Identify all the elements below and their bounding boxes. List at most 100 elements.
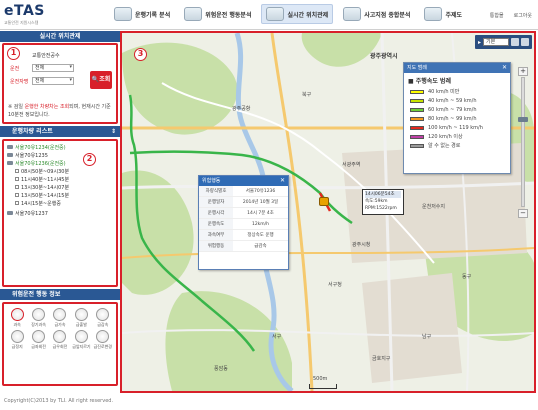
danger-label: 과속	[13, 322, 21, 327]
menu-item-label: 사고지점 종합분석	[364, 11, 411, 19]
vehicle-label: 서울70유1236(운전중)	[15, 160, 66, 167]
legend-label: 40 km/h ~ 59 km/h	[428, 97, 477, 104]
vehicle-item[interactable]: 서울70유1236(운전중)	[7, 159, 113, 167]
legend-label: 100 km/h ~ 119 km/h	[428, 124, 483, 131]
copyright: Copyright(C)2013 by TLI. All right reser…	[4, 398, 114, 404]
danger-label: 장기과속	[31, 322, 46, 327]
danger-info-popup: 위험행동 ✕ 차량식별호 서울70유1236 운행일자 2014년 10월 3일 운…	[198, 175, 289, 270]
zoom-track[interactable]	[521, 77, 525, 207]
close-icon[interactable]: ✕	[502, 63, 507, 73]
map-label: 광주공항	[232, 106, 251, 112]
danger-grid: 과속 장기과속 급가속 급출발 급감속 급정지 급좌회전 급우회전 급앞지르기 …	[4, 304, 116, 350]
car-icon	[7, 161, 13, 165]
legend-subtitle-text: 주행속도 범례	[415, 78, 451, 85]
vehicle-marker-icon[interactable]	[319, 197, 329, 206]
car-icon	[7, 145, 13, 149]
zoom-in-button[interactable]: +	[518, 67, 528, 76]
trip-checkbox[interactable]	[15, 185, 19, 189]
arrow-right-icon[interactable]: ▸	[478, 39, 481, 46]
danger-item[interactable]: 장기과속	[28, 308, 48, 328]
map-type-select[interactable]: 기본	[483, 38, 509, 46]
map-label: 서구	[272, 334, 282, 340]
trip-time-row[interactable]: 08시50분~09시30분	[15, 167, 113, 175]
map-view[interactable]: 광주광역시 광주공항 서광주역 운천저수지 광주시청 서구청 동구 남구 북구 …	[120, 31, 536, 393]
danger-item[interactable]: 급가속	[50, 308, 70, 328]
danger-item[interactable]: 급앞지르기	[71, 330, 91, 350]
map-label: 서광주역	[342, 162, 361, 168]
logo[interactable]: eTAS 교통안전 지원시스템	[4, 3, 45, 26]
trip-time-row[interactable]: 13시50분~14시15분	[15, 191, 113, 199]
menu-item-danger-analysis[interactable]: 위험운전 행동분석	[180, 4, 255, 24]
danger-item[interactable]: 급좌회전	[28, 330, 48, 350]
menu-item-realtime-tracking[interactable]: 실시간 위치관제	[261, 4, 334, 24]
legend-swatch	[410, 116, 424, 121]
trip-time: 08시50분~09시30분	[21, 168, 70, 175]
menu-item-accident-analysis[interactable]: 사고지점 종합분석	[339, 4, 414, 24]
lane-change-icon	[96, 330, 110, 343]
car-icon	[7, 211, 13, 215]
legend-label: 120 km/h 이상	[428, 134, 463, 140]
legend-row: 40 km/h ~ 59 km/h	[404, 96, 510, 105]
trip-checkbox[interactable]	[15, 201, 19, 205]
trip-checkbox[interactable]	[15, 177, 19, 181]
search-button-label: 조회	[99, 76, 111, 83]
zoom-slider-handle[interactable]	[518, 117, 528, 122]
danger-item[interactable]: 급진로변경	[93, 330, 113, 350]
popup-value: 서울70유1236	[245, 189, 276, 194]
popup-value: 급감속	[254, 244, 267, 249]
legend-title: 지도 범례	[407, 65, 427, 71]
collapse-icon[interactable]: ⇕	[111, 126, 116, 137]
main-menu: 운행기록 분석 위험운전 행동분석 실시간 위치관제 사고지점 종합분석 주제도	[110, 4, 466, 24]
search-note: ※ 검일 운행한 차량차는 조회되며, 현재시간 기준 10분전 정보입니다.	[8, 103, 113, 119]
legend-square-icon: ■	[408, 78, 414, 85]
scale-bar	[309, 384, 337, 389]
truck-icon	[114, 7, 132, 21]
legend-row: 40 km/h 미만	[404, 87, 510, 96]
danger-item[interactable]: 급정지	[7, 330, 27, 350]
menu-item-thematic-map[interactable]: 주제도	[420, 4, 466, 24]
map-label: 광주시청	[352, 242, 371, 248]
print-icon[interactable]	[511, 38, 519, 46]
field-label: 운전	[10, 65, 20, 72]
map-label: 금호지구	[372, 356, 391, 362]
badge-1: 1	[7, 47, 20, 60]
popup-key: 과속여부	[199, 230, 233, 240]
map-label: 풍암동	[214, 366, 228, 372]
danger-item[interactable]: 급출발	[71, 308, 91, 328]
menu-item-driving-analysis[interactable]: 운행기록 분석	[110, 4, 174, 24]
danger-item[interactable]: 급감속	[93, 308, 113, 328]
close-icon[interactable]: ✕	[280, 176, 285, 186]
stop-icon	[10, 330, 24, 343]
vehicle-item[interactable]: 서울70유1237	[7, 209, 113, 217]
user-link[interactable]: 통합몰	[490, 12, 504, 19]
badge-2: 2	[83, 153, 96, 166]
trip-time-row[interactable]: 11시40분~11시45분	[15, 175, 113, 183]
sidebar: 실시간 위치관제 1 교통안전공수 운전 전체 운전자명 전체 🔍조회 ※ 검일…	[0, 31, 120, 394]
danger-item[interactable]: 과속	[7, 308, 27, 328]
trip-time-row[interactable]: 14시15분~운행중	[15, 199, 113, 207]
popup-key: 운행시각	[199, 208, 233, 218]
menu-item-label: 위험운전 행동분석	[205, 11, 252, 19]
vehicle-item[interactable]: 서울70유1234(운전중)	[7, 143, 113, 151]
trip-checkbox[interactable]	[15, 193, 19, 197]
trip-time: 14시15분~운행중	[21, 200, 61, 207]
trip-checkbox[interactable]	[15, 169, 19, 173]
trip-time-row[interactable]: 13시30분~14시07분	[15, 183, 113, 191]
map-icon	[424, 7, 443, 21]
danger-item[interactable]: 급우회전	[50, 330, 70, 350]
logout-link[interactable]: 로그아웃	[514, 12, 532, 19]
map-label: 운천저수지	[422, 204, 446, 210]
brand-subtitle: 교통안전 지원시스템	[4, 20, 39, 25]
field-label: 교통안전공수	[32, 52, 60, 59]
region-select[interactable]: 전체	[32, 64, 74, 72]
save-icon[interactable]	[521, 38, 529, 46]
legend-swatch	[410, 89, 424, 94]
driver-select[interactable]: 전체	[32, 77, 74, 85]
vehicle-item[interactable]: 서울70유1235	[7, 151, 113, 159]
search-button[interactable]: 🔍조회	[90, 71, 112, 89]
vehicle-label: 서울70유1235	[15, 152, 48, 159]
popup-value: 2014년 10월 3일	[242, 200, 279, 205]
zoom-out-button[interactable]: −	[518, 209, 528, 218]
danger-label: 급정지	[11, 344, 23, 349]
app-header: eTAS 교통안전 지원시스템 운행기록 분석 위험운전 행동분석 실시간 위치…	[0, 0, 538, 30]
